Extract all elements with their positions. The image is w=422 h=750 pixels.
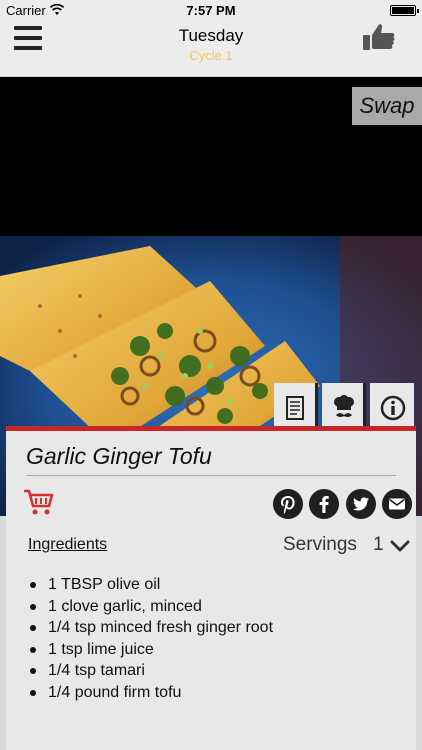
servings-label: Servings <box>283 534 357 555</box>
chef-icon <box>334 395 354 417</box>
thumbs-up-icon[interactable] <box>362 22 396 52</box>
ingredient-list: 1 TBSP olive oil 1 clove garlic, minced … <box>30 574 273 703</box>
facebook-icon <box>319 496 329 513</box>
ingredient-item: 1/4 tsp tamari <box>30 660 273 682</box>
tab-recipe[interactable] <box>274 383 318 431</box>
twitter-icon <box>353 497 369 511</box>
email-share-button[interactable] <box>382 489 412 519</box>
shopping-cart-icon[interactable] <box>22 487 56 517</box>
twitter-share-button[interactable] <box>346 489 376 519</box>
tab-info[interactable] <box>370 383 414 431</box>
title-divider <box>26 475 396 476</box>
battery-icon <box>390 5 419 16</box>
chevron-down-icon[interactable] <box>390 537 410 555</box>
tab-chef[interactable] <box>322 383 366 431</box>
swap-button[interactable]: Swap <box>352 87 422 125</box>
servings-value[interactable]: 1 <box>373 534 384 556</box>
status-bar: Carrier 7:57 PM <box>0 0 422 22</box>
recipe-card-icon <box>286 396 304 420</box>
ingredient-item: 1/4 tsp minced fresh ginger root <box>30 617 273 639</box>
email-icon <box>389 498 405 510</box>
ingredient-item: 1 clove garlic, minced <box>30 596 273 618</box>
pinterest-share-button[interactable] <box>273 489 303 519</box>
recipe-title: Garlic Ginger Tofu <box>26 443 212 469</box>
ingredient-item: 1 tsp lime juice <box>30 639 273 661</box>
ingredient-item: 1 TBSP olive oil <box>30 574 273 596</box>
nav-bar: Tuesday Cycle 1 <box>0 22 422 77</box>
nav-subtitle: Cycle 1 <box>189 48 233 63</box>
pinterest-icon <box>281 496 295 514</box>
status-time: 7:57 PM <box>186 3 236 18</box>
facebook-share-button[interactable] <box>309 489 339 519</box>
info-icon <box>380 395 406 421</box>
video-banner: Swap <box>0 77 422 237</box>
nav-title: Tuesday <box>178 26 244 45</box>
ingredients-tab-link[interactable]: Ingredients <box>28 536 107 554</box>
ingredient-item: 1/4 pound firm tofu <box>30 682 273 704</box>
